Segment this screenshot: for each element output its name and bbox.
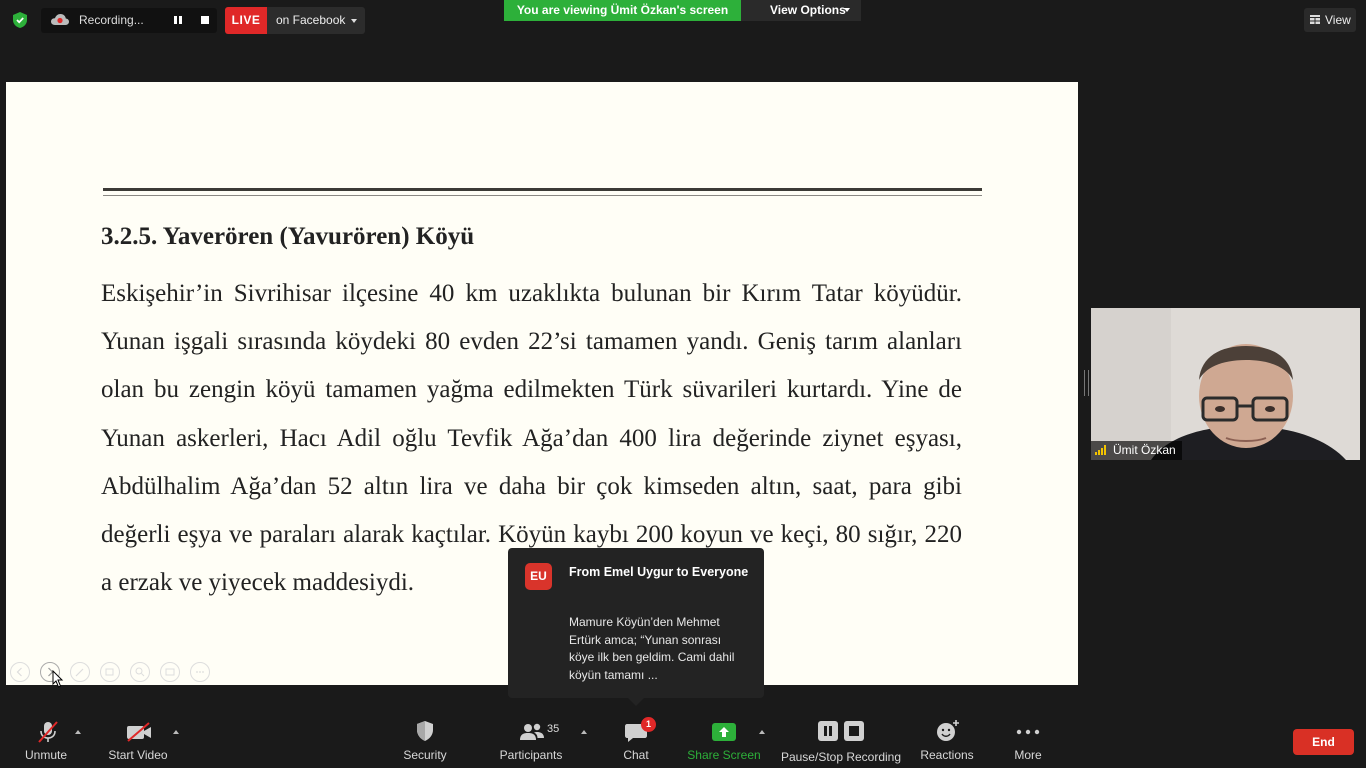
share-screen-icon	[712, 723, 736, 741]
participant-name: Ümit Özkan	[1113, 443, 1176, 457]
chevron-down-icon	[351, 19, 357, 23]
audio-options-caret[interactable]	[75, 730, 81, 734]
chat-unread-badge: 1	[641, 717, 656, 732]
view-options-button[interactable]: View Options	[741, 0, 861, 21]
slide-heading: 3.2.5. Yaverören (Yavurören) Köyü	[101, 223, 475, 250]
more-button[interactable]: More	[1003, 708, 1053, 768]
participant-video-tile[interactable]: Ümit Özkan	[1091, 308, 1360, 460]
avatar: EU	[525, 563, 552, 590]
pause-stop-recording-label: Pause/Stop Recording	[780, 750, 902, 764]
slide-rule-thin	[103, 195, 982, 196]
video-off-icon	[127, 722, 151, 742]
live-badge: LIVE	[225, 7, 267, 34]
cloud-recording-icon	[50, 12, 70, 28]
chat-button[interactable]: 1 Chat	[612, 708, 660, 768]
view-button-label: View	[1325, 13, 1351, 27]
mouse-cursor-icon	[52, 669, 64, 688]
chat-message-preview: Mamure Köyün’den Mehmet Ertürk amca; “Yu…	[569, 615, 735, 682]
pause-recording-icon[interactable]	[170, 12, 186, 28]
participants-icon	[520, 723, 544, 740]
prev-icon[interactable]	[10, 662, 30, 682]
grid-view-icon	[1310, 15, 1320, 24]
live-stream-control[interactable]: LIVE on Facebook	[225, 7, 365, 34]
slide-rule	[103, 188, 982, 191]
panel-resize-handle[interactable]	[1084, 370, 1089, 396]
share-screen-label: Share Screen	[687, 748, 761, 762]
reactions-emoji-icon	[937, 720, 959, 741]
popup-pointer	[628, 698, 644, 706]
chat-sender-title: From Emel Uygur to Everyone	[569, 565, 749, 579]
unmute-button[interactable]: Unmute	[16, 708, 76, 768]
participants-count: 35	[547, 723, 560, 735]
start-video-button[interactable]: Start Video	[103, 708, 173, 768]
zoom-icon[interactable]	[130, 662, 150, 682]
view-button[interactable]: View	[1304, 8, 1356, 32]
security-button[interactable]: Security	[395, 708, 455, 768]
chat-notification-popup[interactable]: EU From Emel Uygur to Everyone Mamure Kö…	[508, 548, 764, 698]
connection-signal-icon	[1095, 445, 1106, 455]
participant-video-image	[1091, 308, 1360, 460]
participants-button[interactable]: 35 Participants	[496, 708, 566, 768]
subtitle-icon[interactable]	[160, 662, 180, 682]
security-label: Security	[403, 748, 447, 762]
copy-icon[interactable]	[100, 662, 120, 682]
live-target-label: on Facebook	[276, 13, 346, 27]
reactions-label: Reactions	[920, 748, 974, 762]
participants-options-caret[interactable]	[581, 730, 587, 734]
shield-icon	[417, 721, 433, 741]
microphone-muted-icon	[38, 721, 58, 743]
pause-stop-icon	[818, 721, 864, 741]
meeting-toolbar: Unmute Start Video Security 35 Participa…	[0, 708, 1366, 768]
video-options-caret[interactable]	[173, 730, 179, 734]
end-meeting-button[interactable]: End	[1293, 729, 1354, 755]
stop-recording-icon[interactable]	[197, 12, 213, 28]
participant-name-tag: Ümit Özkan	[1091, 441, 1182, 460]
chat-label: Chat	[623, 748, 649, 762]
share-screen-button[interactable]: Share Screen	[686, 708, 762, 768]
view-options-label: View Options	[770, 3, 846, 17]
viewing-screen-banner: You are viewing Ümit Özkan's screen	[504, 0, 741, 21]
pen-icon[interactable]	[70, 662, 90, 682]
pause-stop-recording-button[interactable]: Pause/Stop Recording	[780, 708, 902, 768]
more-dots-icon	[1016, 729, 1040, 735]
unmute-label: Unmute	[24, 748, 68, 762]
reactions-button[interactable]: Reactions	[917, 708, 977, 768]
encryption-shield-icon[interactable]	[10, 10, 30, 30]
participants-label: Participants	[499, 748, 563, 762]
more-icon[interactable]	[190, 662, 210, 682]
share-options-caret[interactable]	[759, 730, 765, 734]
recording-label: Recording...	[79, 13, 144, 27]
more-label: More	[1014, 748, 1042, 762]
chevron-down-icon	[844, 8, 850, 12]
start-video-label: Start Video	[108, 748, 168, 762]
